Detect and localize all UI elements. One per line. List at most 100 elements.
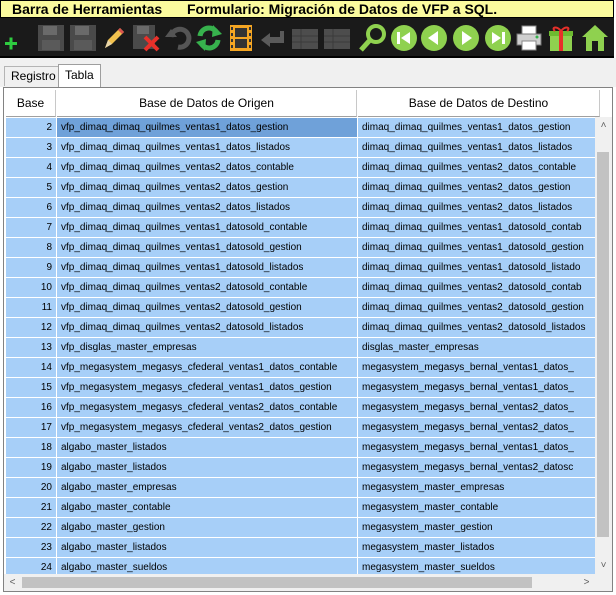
cell-base[interactable]: 11 — [6, 298, 57, 318]
cell-destino[interactable]: dimaq_dimaq_quilmes_ventas2_datosold_ges… — [358, 298, 598, 318]
cell-origen[interactable]: vfp_dimaq_dimaq_quilmes_ventas2_datos_ge… — [57, 178, 358, 198]
cell-origen[interactable]: vfp_dimaq_dimaq_quilmes_ventas2_datosold… — [57, 298, 358, 318]
next-record-button[interactable] — [451, 22, 481, 54]
cell-destino[interactable]: disglas_master_empresas — [358, 338, 598, 358]
cell-base[interactable]: 17 — [6, 418, 57, 438]
table-row[interactable]: 7 vfp_dimaq_dimaq_quilmes_ventas1_datosol… — [6, 218, 598, 238]
previous-record-button[interactable] — [419, 22, 449, 54]
cell-base[interactable]: 7 — [6, 218, 57, 238]
table-row[interactable]: 5 vfp_dimaq_dimaq_quilmes_ventas2_datos_g… — [6, 178, 598, 198]
first-record-button[interactable] — [389, 22, 419, 54]
cell-destino[interactable]: megasystem_master_gestion — [358, 518, 598, 538]
cell-base[interactable]: 21 — [6, 498, 57, 518]
film-button[interactable] — [226, 22, 256, 54]
table-row[interactable]: 22 algabo_master_gestion megasystem_master… — [6, 518, 598, 538]
cell-destino[interactable]: megasystem_megasys_bernal_ventas2_datosc — [358, 458, 598, 478]
cell-origen[interactable]: vfp_dimaq_dimaq_quilmes_ventas2_datosold… — [57, 278, 358, 298]
cell-destino[interactable]: dimaq_dimaq_quilmes_ventas2_datosold_con… — [358, 278, 598, 298]
cell-destino[interactable]: megasystem_megasys_bernal_ventas1_datos_ — [358, 358, 598, 378]
cell-origen[interactable]: vfp_dimaq_dimaq_quilmes_ventas1_datosold… — [57, 258, 358, 278]
cell-base[interactable]: 2 — [6, 118, 57, 138]
table-row[interactable]: 21 algabo_master_contable megasystem_maste… — [6, 498, 598, 518]
scroll-right-icon[interactable]: > — [578, 574, 595, 591]
gift-button[interactable] — [546, 22, 576, 54]
vertical-scroll-thumb[interactable] — [597, 152, 609, 537]
data-grid[interactable]: Base Base de Datos de Origen Base de Dat… — [3, 87, 613, 592]
cell-destino[interactable]: dimaq_dimaq_quilmes_ventas2_datos_gestio… — [358, 178, 598, 198]
cell-base[interactable]: 4 — [6, 158, 57, 178]
cell-origen[interactable]: vfp_dimaq_dimaq_quilmes_ventas2_datos_co… — [57, 158, 358, 178]
cell-base[interactable]: 3 — [6, 138, 57, 158]
table-row[interactable]: 16 vfp_megasystem_megasys_cfederal_ventas… — [6, 398, 598, 418]
save-as-button[interactable] — [68, 22, 98, 54]
scroll-up-icon[interactable]: ˄ — [595, 117, 612, 134]
vertical-scrollbar[interactable]: ˄ ˅ — [595, 117, 612, 574]
cell-origen[interactable]: vfp_disglas_master_empresas — [57, 338, 358, 358]
cell-destino[interactable]: megasystem_megasys_bernal_ventas1_datos_ — [358, 438, 598, 458]
table-row[interactable]: 9 vfp_dimaq_dimaq_quilmes_ventas1_datosol… — [6, 258, 598, 278]
tab-tabla[interactable]: Tabla — [58, 64, 101, 87]
cell-destino[interactable]: megasystem_master_contable — [358, 498, 598, 518]
grid2-button[interactable] — [322, 22, 352, 54]
cell-origen[interactable]: algabo_master_listados — [57, 458, 358, 478]
cell-base[interactable]: 19 — [6, 458, 57, 478]
grid-button[interactable] — [290, 22, 320, 54]
cell-base[interactable]: 16 — [6, 398, 57, 418]
cell-origen[interactable]: vfp_dimaq_dimaq_quilmes_ventas1_datos_ge… — [57, 118, 358, 138]
table-row[interactable]: 14 vfp_megasystem_megasys_cfederal_ventas… — [6, 358, 598, 378]
cell-origen[interactable]: algabo_master_empresas — [57, 478, 358, 498]
save-button[interactable] — [36, 22, 66, 54]
table-row[interactable]: 18 algabo_master_listados megasystem_megas… — [6, 438, 598, 458]
cell-base[interactable]: 22 — [6, 518, 57, 538]
cell-destino[interactable]: dimaq_dimaq_quilmes_ventas1_datosold_lis… — [358, 258, 598, 278]
print-button[interactable] — [514, 22, 544, 54]
scroll-left-icon[interactable]: < — [4, 574, 21, 591]
cell-destino[interactable]: dimaq_dimaq_quilmes_ventas1_datosold_ges… — [358, 238, 598, 258]
table-row[interactable]: 24 algabo_master_sueldos megasystem_master… — [6, 558, 598, 574]
table-row[interactable]: 13 vfp_disglas_master_empresas disglas_mas… — [6, 338, 598, 358]
refresh-button[interactable] — [194, 22, 224, 54]
cell-destino[interactable]: megasystem_megasys_bernal_ventas2_datos_ — [358, 418, 598, 438]
table-row[interactable]: 11 vfp_dimaq_dimaq_quilmes_ventas2_datoso… — [6, 298, 598, 318]
column-header-base[interactable]: Base — [6, 90, 56, 117]
cell-destino[interactable]: megasystem_master_listados — [358, 538, 598, 558]
cell-base[interactable]: 9 — [6, 258, 57, 278]
cell-origen[interactable]: vfp_dimaq_dimaq_quilmes_ventas1_datosold… — [57, 238, 358, 258]
cell-destino[interactable]: dimaq_dimaq_quilmes_ventas1_datos_gestio… — [358, 118, 598, 138]
cell-base[interactable]: 13 — [6, 338, 57, 358]
delete-button[interactable] — [131, 22, 161, 54]
table-row[interactable]: 8 vfp_dimaq_dimaq_quilmes_ventas1_datosol… — [6, 238, 598, 258]
last-record-button[interactable] — [483, 22, 513, 54]
edit-button[interactable] — [99, 22, 129, 54]
cell-base[interactable]: 12 — [6, 318, 57, 338]
back-button[interactable] — [258, 22, 288, 54]
cell-base[interactable]: 14 — [6, 358, 57, 378]
cell-origen[interactable]: vfp_megasystem_megasys_cfederal_ventas1_… — [57, 378, 358, 398]
cell-destino[interactable]: dimaq_dimaq_quilmes_ventas2_datos_contab… — [358, 158, 598, 178]
cell-base[interactable]: 15 — [6, 378, 57, 398]
cell-origen[interactable]: vfp_dimaq_dimaq_quilmes_ventas2_datosold… — [57, 318, 358, 338]
home-button[interactable] — [580, 22, 610, 54]
table-row[interactable]: 10 vfp_dimaq_dimaq_quilmes_ventas2_datoso… — [6, 278, 598, 298]
tab-registro[interactable]: Registro — [4, 66, 63, 86]
cell-destino[interactable]: dimaq_dimaq_quilmes_ventas2_datosold_lis… — [358, 318, 598, 338]
table-row[interactable]: 23 algabo_master_listados megasystem_maste… — [6, 538, 598, 558]
cell-destino[interactable]: megasystem_megasys_bernal_ventas1_datos_ — [358, 378, 598, 398]
cell-destino[interactable]: dimaq_dimaq_quilmes_ventas2_datos_listad… — [358, 198, 598, 218]
table-row[interactable]: 2 vfp_dimaq_dimaq_quilmes_ventas1_datos_g… — [6, 118, 598, 138]
table-row[interactable]: 6 vfp_dimaq_dimaq_quilmes_ventas2_datos_l… — [6, 198, 598, 218]
cell-destino[interactable]: dimaq_dimaq_quilmes_ventas1_datosold_con… — [358, 218, 598, 238]
cell-origen[interactable]: algabo_master_gestion — [57, 518, 358, 538]
cell-base[interactable]: 10 — [6, 278, 57, 298]
cell-base[interactable]: 8 — [6, 238, 57, 258]
cell-base[interactable]: 5 — [6, 178, 57, 198]
cell-origen[interactable]: algabo_master_listados — [57, 438, 358, 458]
scroll-down-icon[interactable]: ˅ — [595, 557, 612, 574]
table-row[interactable]: 4 vfp_dimaq_dimaq_quilmes_ventas2_datos_c… — [6, 158, 598, 178]
cell-base[interactable]: 20 — [6, 478, 57, 498]
table-row[interactable]: 19 algabo_master_listados megasystem_megas… — [6, 458, 598, 478]
cell-base[interactable]: 23 — [6, 538, 57, 558]
horizontal-scrollbar[interactable]: < > — [4, 574, 612, 591]
cell-destino[interactable]: megasystem_master_sueldos — [358, 558, 598, 574]
cell-base[interactable]: 24 — [6, 558, 57, 574]
